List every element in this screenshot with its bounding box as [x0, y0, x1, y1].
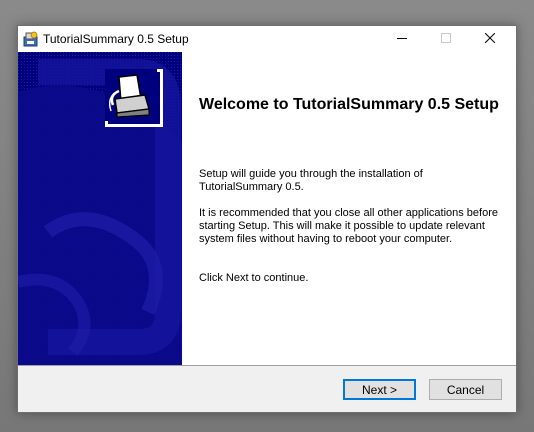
- footer-divider: [18, 365, 516, 366]
- minimize-button[interactable]: [380, 26, 424, 52]
- minimize-icon: [397, 30, 407, 48]
- window-title: TutorialSummary 0.5 Setup: [43, 32, 189, 46]
- close-icon: [484, 30, 496, 48]
- wizard-content: Welcome to TutorialSummary 0.5 Setup Set…: [18, 52, 516, 365]
- installer-app-icon: [23, 31, 39, 47]
- recommendation-paragraph: It is recommended that you close all oth…: [199, 207, 498, 245]
- installer-logo: [105, 69, 163, 127]
- installer-box-icon: [105, 69, 157, 121]
- next-button[interactable]: Next >: [343, 379, 416, 400]
- intro-paragraph: Setup will guide you through the install…: [199, 168, 423, 193]
- title-bar[interactable]: TutorialSummary 0.5 Setup: [18, 26, 516, 52]
- setup-window: TutorialSummary 0.5 Setup Welcome to Tut…: [17, 25, 517, 413]
- welcome-heading: Welcome to TutorialSummary 0.5 Setup: [199, 96, 499, 113]
- continue-instruction: Click Next to continue.: [199, 272, 309, 284]
- cancel-button[interactable]: Cancel: [429, 379, 502, 400]
- wizard-side-banner: [18, 52, 182, 365]
- maximize-button[interactable]: [424, 26, 468, 52]
- maximize-icon: [441, 30, 451, 48]
- close-button[interactable]: [468, 26, 512, 52]
